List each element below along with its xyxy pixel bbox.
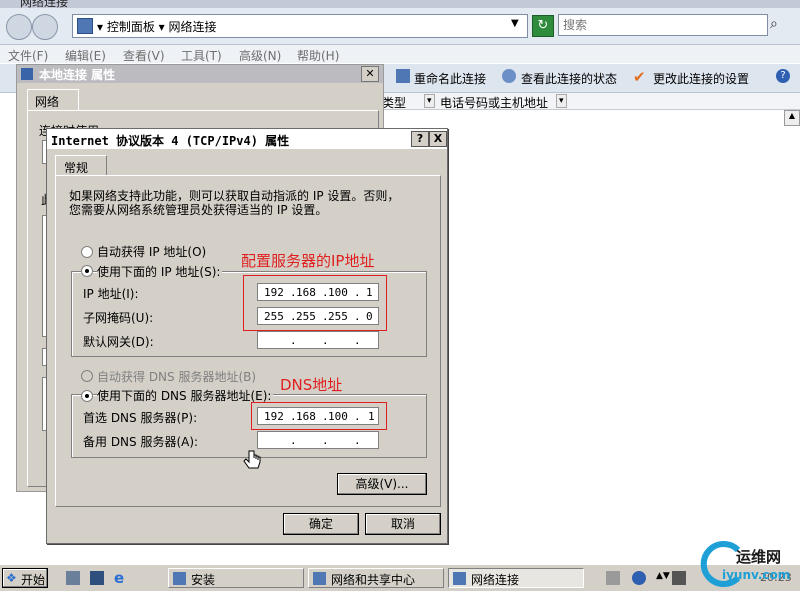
manual-dns-radio[interactable] [81, 390, 93, 402]
tab-network[interactable]: 网络 [27, 89, 79, 110]
dns-annotation-box [251, 402, 387, 430]
menu-edit[interactable]: 编辑(E) [65, 47, 106, 64]
task-network-sharing[interactable]: 网络和共享中心 [308, 568, 444, 588]
search-icon[interactable]: ⌕ [770, 16, 778, 32]
advanced-button[interactable]: 高级(V)... [337, 473, 427, 495]
install-icon [173, 572, 186, 585]
status-icon [502, 69, 516, 83]
watermark-text: 运维网 [736, 548, 782, 566]
tray-icon[interactable] [672, 571, 686, 585]
window-title: 网络连接 [20, 0, 69, 8]
manual-dns-label: 使用下面的 DNS 服务器地址(E): [97, 387, 274, 404]
tab-label: 网络 [35, 95, 60, 109]
ok-button[interactable]: 确定 [283, 513, 359, 535]
navigation-bar: ▾ 控制面板 ▾ 网络连接 ▼ ↻ ⌕ [0, 8, 800, 45]
menu-file[interactable]: 文件(F) [8, 47, 48, 64]
dns-primary-label: 首选 DNS 服务器(P): [83, 411, 198, 425]
column-phone-dropdown[interactable]: ▾ [556, 94, 567, 108]
network-icon [21, 68, 33, 80]
task-label: 安装 [191, 573, 216, 587]
column-type[interactable]: 类型 [382, 94, 406, 111]
auto-ip-radio[interactable] [81, 246, 93, 258]
menu-view[interactable]: 查看(V) [123, 47, 165, 64]
task-label: 网络连接 [471, 573, 520, 587]
gateway-input[interactable]: . . . [257, 331, 379, 349]
explorer-title-bar: 网络连接 [0, 0, 800, 8]
chevron-down-icon[interactable]: ▼ [511, 18, 519, 29]
dns-secondary-label: 备用 DNS 服务器(A): [83, 435, 199, 449]
checkmark-icon: ✔ [633, 68, 646, 86]
dialog-title-bar: 本地连接 属性 ✕ [17, 65, 383, 83]
tab-general[interactable]: 常规 [55, 155, 107, 176]
network-icon [313, 572, 326, 585]
dialog-title: Internet 协议版本 4 (TCP/IPv4) 属性 [51, 134, 290, 148]
ip-annotation-text: 配置服务器的IP地址 [241, 252, 375, 270]
menu-tools[interactable]: 工具(T) [181, 47, 222, 64]
ipv4-properties-dialog: Internet 协议版本 4 (TCP/IPv4) 属性 ? X 常规 如果网… [46, 128, 448, 544]
server-manager-icon[interactable] [66, 571, 80, 585]
back-button[interactable] [6, 14, 32, 40]
dialog-title-bar: Internet 协议版本 4 (TCP/IPv4) 属性 ? X [47, 129, 447, 149]
address-bar[interactable]: ▾ 控制面板 ▾ 网络连接 ▼ [72, 14, 528, 38]
column-header: 类型 ▾ 电话号码或主机地址 ▾ [380, 93, 800, 110]
menu-help[interactable]: 帮助(H) [297, 47, 339, 64]
auto-ip-label: 自动获得 IP 地址(O) [97, 245, 207, 259]
refresh-icon[interactable]: ↻ [532, 15, 554, 37]
menu-advanced[interactable]: 高级(N) [239, 47, 281, 64]
column-phone[interactable]: 电话号码或主机地址 [440, 94, 548, 111]
hand-cursor-icon [243, 450, 261, 469]
description-line-2: 您需要从网络系统管理员处获得适当的 IP 设置。 [69, 203, 328, 217]
dns-annotation-text: DNS地址 [280, 376, 343, 394]
task-install[interactable]: 安装 [168, 568, 304, 588]
search-input[interactable] [558, 14, 768, 36]
keyboard-icon[interactable] [606, 571, 620, 585]
ie-icon[interactable]: e [114, 569, 124, 587]
rename-connection-button[interactable]: 重命名此连接 [414, 70, 486, 87]
ip-address-label: IP 地址(I): [83, 287, 139, 301]
rename-icon [396, 69, 410, 83]
help-icon[interactable]: ? [776, 69, 790, 83]
column-type-dropdown[interactable]: ▾ [424, 94, 435, 108]
scrollbar-up-arrow[interactable]: ▲ [784, 110, 800, 126]
address-path: ▾ 控制面板 ▾ 网络连接 [97, 20, 217, 34]
ip-annotation-box [243, 275, 387, 331]
auto-dns-label: 自动获得 DNS 服务器地址(B) [97, 370, 257, 384]
forward-button[interactable] [32, 14, 58, 40]
desktop-icon[interactable] [90, 571, 104, 585]
dot: . [290, 434, 297, 447]
dns-secondary-input[interactable]: . . . [257, 431, 379, 449]
dialog-title: 本地连接 属性 [39, 68, 116, 82]
dot: . [322, 334, 329, 347]
windows-logo-icon: ❖ [6, 571, 17, 585]
close-button[interactable]: ✕ [361, 66, 379, 82]
start-button[interactable]: ❖ 开始 [2, 568, 48, 588]
watermark-domain: iyunv.com [722, 568, 791, 582]
auto-dns-radio[interactable] [81, 370, 93, 382]
start-label: 开始 [21, 573, 46, 587]
task-network-connections[interactable]: 网络连接 [448, 568, 584, 588]
dot: . [354, 334, 361, 347]
dot: . [354, 434, 361, 447]
menu-bar: 文件(F) 编辑(E) 查看(V) 工具(T) 高级(N) 帮助(H) [0, 45, 800, 63]
close-button[interactable]: X [429, 131, 447, 147]
subnet-mask-label: 子网掩码(U): [83, 311, 154, 325]
taskbar: ❖ 开始 e 安装 网络和共享中心 网络连接 ▲▼ 20:23 [0, 564, 800, 591]
watermark: 运维网 iyunv.com [700, 538, 800, 590]
dot: . [322, 434, 329, 447]
view-status-button[interactable]: 查看此连接的状态 [521, 70, 617, 87]
help-button[interactable]: ? [411, 131, 429, 147]
dot: . [290, 334, 297, 347]
help-icon[interactable] [632, 571, 646, 585]
chevron-icon[interactable]: ▲▼ [656, 571, 670, 581]
gateway-label: 默认网关(D): [83, 335, 154, 349]
control-panel-icon [77, 18, 93, 34]
task-label: 网络和共享中心 [331, 573, 416, 587]
manual-ip-label: 使用下面的 IP 地址(S): [97, 263, 223, 280]
network-icon [453, 572, 466, 585]
tab-label: 常规 [64, 161, 89, 175]
change-settings-button[interactable]: 更改此连接的设置 [653, 70, 749, 87]
manual-ip-radio[interactable] [81, 265, 93, 277]
cancel-button[interactable]: 取消 [365, 513, 441, 535]
